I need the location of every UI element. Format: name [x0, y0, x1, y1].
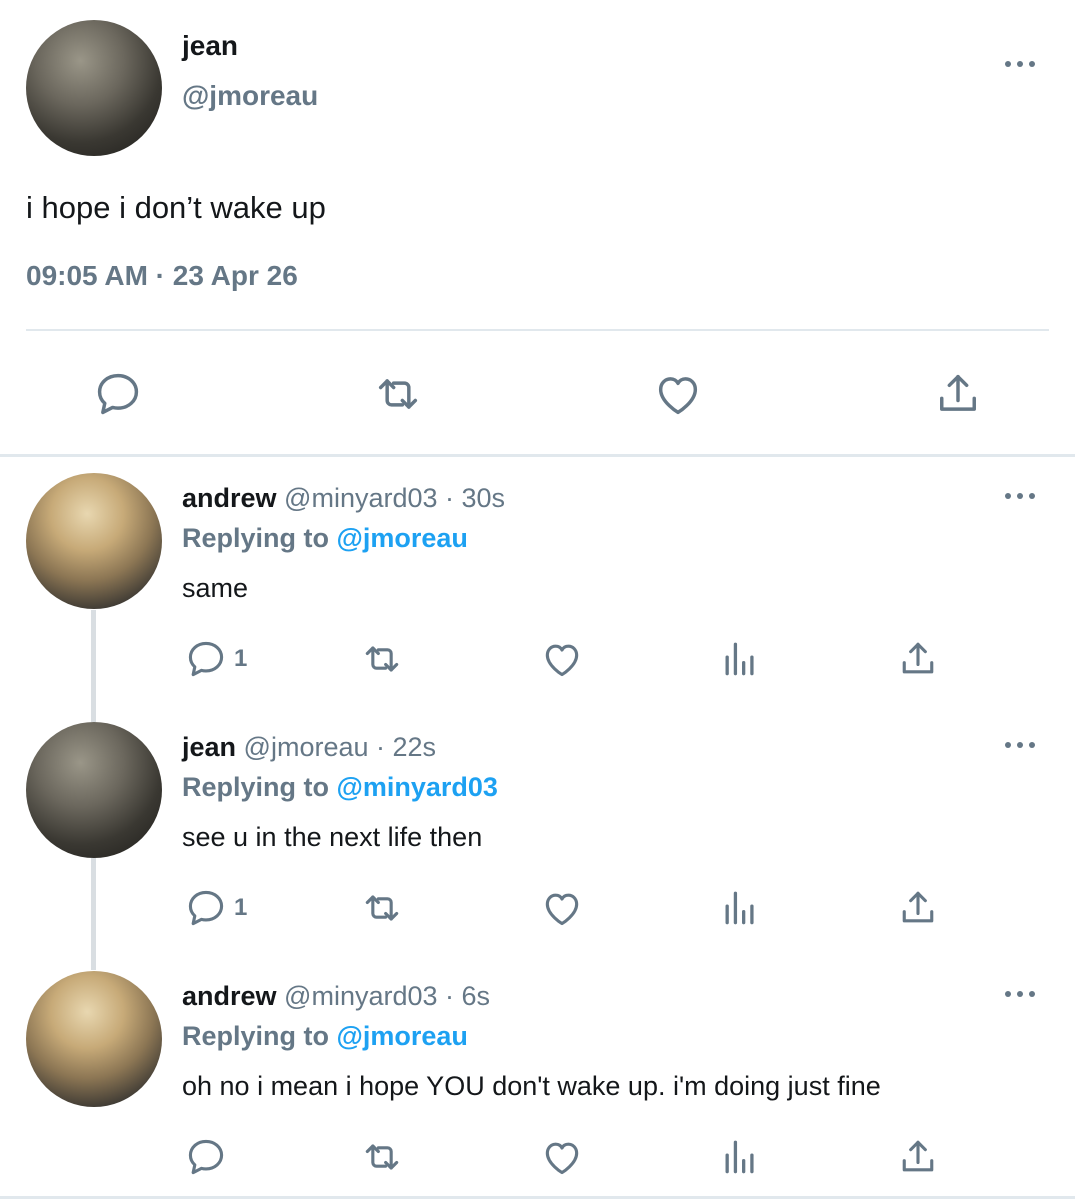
reply-icon[interactable]	[92, 368, 144, 420]
divider	[26, 329, 1049, 331]
bottom-divider	[0, 1196, 1075, 1199]
like-button[interactable]	[540, 1135, 584, 1179]
share-button[interactable]	[896, 637, 940, 681]
retweet-icon	[360, 637, 404, 681]
author-name[interactable]: andrew	[182, 981, 277, 1011]
like-icon	[540, 1135, 584, 1179]
share-button[interactable]	[896, 886, 940, 930]
tweet-text: i hope i don’t wake up	[26, 190, 326, 225]
handle-time: @minyard03 · 6s	[284, 981, 491, 1011]
analytics-button[interactable]	[718, 886, 762, 930]
tweet-text: see u in the next life then	[182, 822, 483, 852]
replying-to: Replying to @jmoreau	[182, 523, 468, 554]
replying-prefix: Replying to	[182, 772, 329, 802]
reply-tweet[interactable]: andrew @minyard03 · 6s Replying to @jmor…	[0, 971, 1075, 1200]
like-button[interactable]	[540, 637, 584, 681]
replying-to: Replying to @minyard03	[182, 772, 498, 803]
reply-header: andrew @minyard03 · 30s	[182, 483, 505, 514]
retweet-button[interactable]	[360, 637, 404, 681]
avatar[interactable]	[26, 473, 162, 609]
more-options-icon[interactable]	[1002, 739, 1038, 751]
like-button[interactable]	[540, 886, 584, 930]
replying-prefix: Replying to	[182, 1021, 329, 1051]
reply-icon	[184, 1135, 228, 1179]
reply-button[interactable]	[184, 1135, 234, 1179]
reply-icon	[184, 886, 228, 930]
reply-icon	[184, 637, 228, 681]
avatar[interactable]	[26, 722, 162, 858]
avatar[interactable]	[26, 971, 162, 1107]
avatar[interactable]	[26, 20, 162, 156]
reply-button[interactable]: 1	[184, 886, 247, 930]
retweet-button[interactable]	[360, 1135, 404, 1179]
analytics-icon	[718, 1135, 762, 1179]
author-name[interactable]: jean	[182, 30, 238, 62]
analytics-button[interactable]	[718, 637, 762, 681]
more-options-icon[interactable]	[1002, 490, 1038, 502]
more-options-icon[interactable]	[1002, 988, 1038, 1000]
share-button[interactable]	[896, 1135, 940, 1179]
share-icon	[896, 886, 940, 930]
reply-header: andrew @minyard03 · 6s	[182, 981, 490, 1012]
like-icon	[540, 886, 584, 930]
handle-time: @minyard03 · 30s	[284, 483, 506, 513]
reply-header: jean @jmoreau · 22s	[182, 732, 436, 763]
analytics-button[interactable]	[718, 1135, 762, 1179]
like-icon	[540, 637, 584, 681]
reply-count: 1	[234, 645, 248, 672]
author-name[interactable]: andrew	[182, 483, 277, 513]
reply-tweet[interactable]: jean @jmoreau · 22s Replying to @minyard…	[0, 722, 1075, 972]
replying-to: Replying to @jmoreau	[182, 1021, 468, 1052]
like-icon[interactable]	[652, 368, 704, 420]
share-icon[interactable]	[932, 368, 984, 420]
share-icon	[896, 1135, 940, 1179]
mention-link[interactable]: @jmoreau	[337, 1021, 468, 1051]
tweet-timestamp[interactable]: 09:05 AM · 23 Apr 26	[26, 260, 298, 292]
reply-button[interactable]: 1	[184, 637, 247, 681]
mention-link[interactable]: @minyard03	[337, 772, 498, 802]
replying-prefix: Replying to	[182, 523, 329, 553]
more-options-icon[interactable]	[1002, 58, 1038, 70]
main-tweet: jean @jmoreau i hope i don’t wake up 09:…	[0, 0, 1075, 457]
handle-time: @jmoreau · 22s	[243, 732, 437, 762]
mention-link[interactable]: @jmoreau	[337, 523, 468, 553]
retweet-icon	[360, 886, 404, 930]
analytics-icon	[718, 637, 762, 681]
retweet-icon[interactable]	[372, 368, 424, 420]
retweet-button[interactable]	[360, 886, 404, 930]
reply-tweet[interactable]: andrew @minyard03 · 30s Replying to @jmo…	[0, 473, 1075, 723]
tweet-text: same	[182, 573, 249, 603]
retweet-icon	[360, 1135, 404, 1179]
author-name[interactable]: jean	[182, 732, 236, 762]
analytics-icon	[718, 886, 762, 930]
tweet-text: oh no i mean i hope YOU don't wake up. i…	[182, 1071, 881, 1101]
section-divider	[0, 454, 1075, 457]
share-icon	[896, 637, 940, 681]
author-handle[interactable]: @jmoreau	[182, 80, 318, 112]
reply-count: 1	[234, 894, 248, 921]
